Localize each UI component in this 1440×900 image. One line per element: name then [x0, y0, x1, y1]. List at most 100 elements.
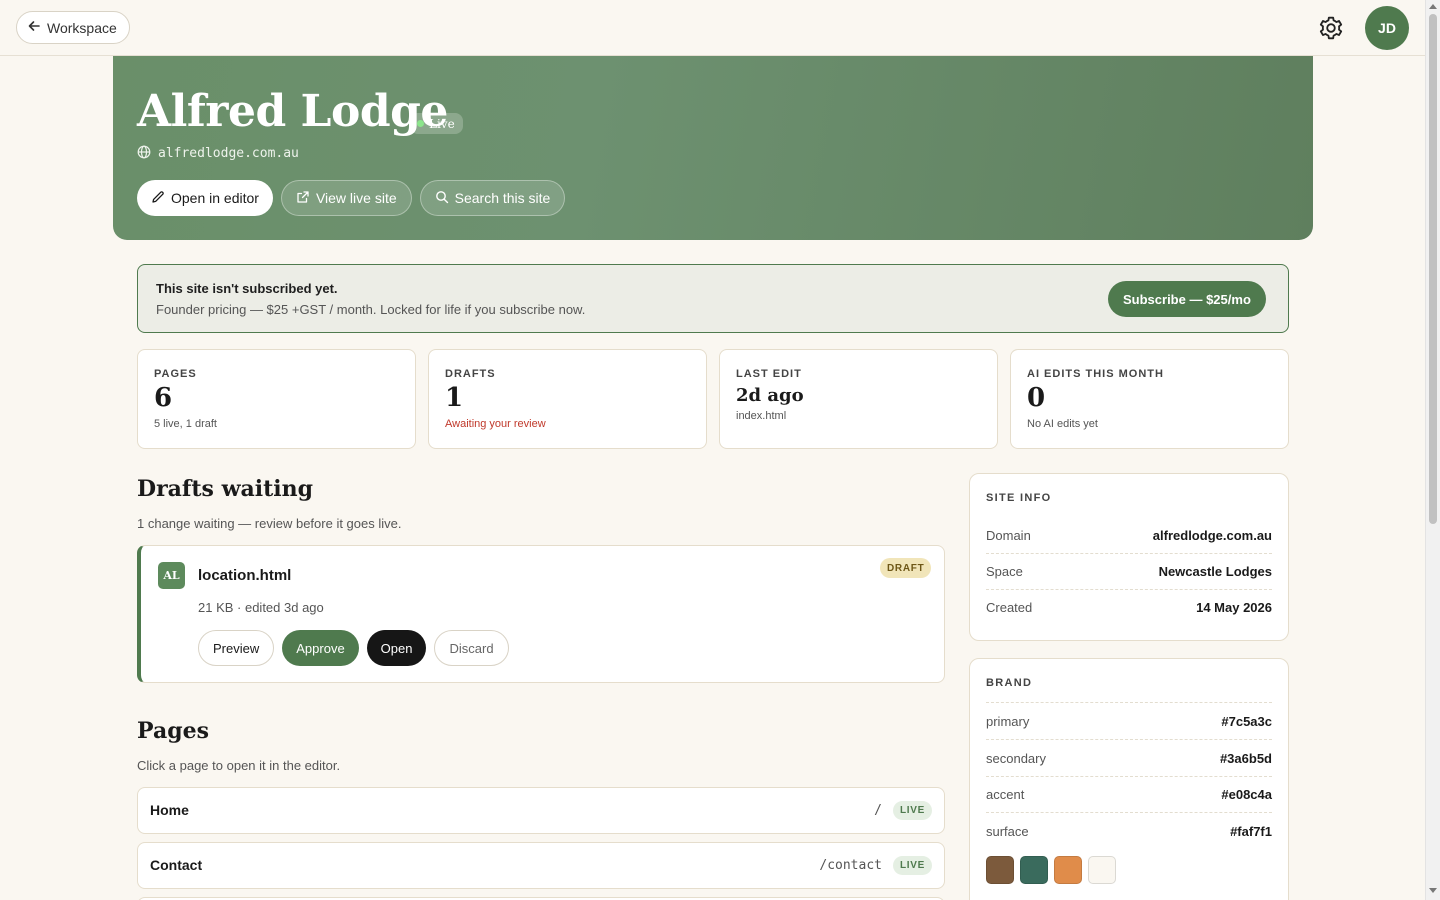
arrow-left-icon — [27, 19, 41, 36]
pages-subheading: Click a page to open it in the editor. — [137, 758, 341, 773]
stat-sub: 5 live, 1 draft — [154, 418, 217, 430]
open-draft-button[interactable]: Open — [366, 630, 427, 666]
page-scrollbar[interactable] — [1425, 0, 1440, 900]
brand-key: secondary — [986, 750, 1046, 766]
hero-actions: Open in editor View live site Search thi… — [137, 180, 566, 216]
view-live-site-label: View live site — [315, 190, 397, 206]
live-dot-icon — [417, 120, 424, 127]
scroll-down-icon[interactable] — [1429, 888, 1437, 893]
swatch-secondary — [1020, 856, 1048, 884]
brand-value: #e08c4a — [1221, 786, 1272, 802]
approve-button[interactable]: Approve — [282, 630, 359, 666]
brand-key: surface — [986, 824, 1029, 839]
site-title: Alfred Lodge — [137, 86, 448, 137]
subscribe-title: This site isn't subscribed yet. — [156, 281, 338, 296]
user-avatar[interactable]: JD — [1365, 6, 1409, 50]
scroll-thumb[interactable] — [1429, 14, 1437, 524]
stat-value: 0 — [1027, 383, 1046, 413]
page-status-badge: LIVE — [892, 856, 932, 875]
stat-sub: No AI edits yet — [1027, 418, 1098, 430]
open-in-editor-label: Open in editor — [171, 190, 259, 206]
page-row-contact[interactable]: Contact /contact LIVE — [137, 842, 945, 889]
stat-value: 6 — [154, 383, 173, 413]
stat-card-pages: PAGES 6 5 live, 1 draft — [137, 349, 416, 449]
page-name: Contact — [150, 857, 203, 873]
search-this-site-button[interactable]: Search this site — [419, 180, 566, 216]
page-row-home[interactable]: Home / LIVE — [137, 787, 945, 834]
draft-actions: Preview Approve Open Discard — [198, 630, 509, 666]
subscribe-description: Founder pricing — $25 +GST / month. Lock… — [156, 302, 586, 317]
info-value: alfredlodge.com.au — [1152, 527, 1272, 543]
site-info-panel: SITE INFO Domain alfredlodge.com.au Spac… — [969, 473, 1289, 641]
site-info-title: SITE INFO — [986, 492, 1052, 504]
draft-file-name: location.html — [198, 567, 292, 584]
brand-row-secondary: secondary #3a6b5d — [986, 740, 1272, 777]
site-info-row-domain: Domain alfredlodge.com.au — [986, 517, 1272, 554]
pencil-icon — [151, 190, 165, 207]
drafts-subheading: 1 change waiting — review before it goes… — [137, 516, 402, 531]
info-key: Space — [986, 563, 1023, 579]
page-path: /contact — [819, 858, 882, 873]
swatch-accent — [1054, 856, 1082, 884]
stat-card-ai-edits: AI EDITS THIS MONTH 0 No AI edits yet — [1010, 349, 1289, 449]
draft-card: AL location.html 21 KB · edited 3d ago D… — [137, 545, 945, 683]
search-this-site-label: Search this site — [454, 190, 551, 206]
info-key: Created — [986, 600, 1033, 615]
settings-gear-icon[interactable] — [1318, 15, 1344, 41]
top-bar: Workspace JD — [0, 0, 1425, 56]
stat-label: LAST EDIT — [736, 368, 802, 380]
search-icon — [435, 190, 449, 207]
site-hero: Alfred Lodge Live alfredlodge.com.au Ope… — [113, 56, 1313, 240]
open-in-editor-button[interactable]: Open in editor — [137, 180, 273, 216]
draft-meta: 21 KB · edited 3d ago — [198, 600, 324, 615]
brand-title: BRAND — [986, 677, 1033, 689]
scroll-up-icon[interactable] — [1429, 4, 1437, 9]
preview-button[interactable]: Preview — [198, 630, 275, 666]
stat-sub: Awaiting your review — [445, 418, 546, 430]
brand-key: primary — [986, 713, 1030, 729]
draft-badge: DRAFT — [880, 558, 932, 578]
live-status-badge: Live — [410, 113, 463, 134]
info-value: 14 May 2026 — [1196, 600, 1272, 615]
stat-label: PAGES — [154, 368, 197, 380]
site-domain: alfredlodge.com.au — [137, 145, 299, 162]
brand-panel: BRAND primary #7c5a3c secondary #3a6b5d … — [969, 658, 1289, 900]
stat-value: 1 — [445, 383, 464, 413]
site-domain-text: alfredlodge.com.au — [158, 146, 299, 161]
subscribe-button[interactable]: Subscribe — $25/mo — [1108, 281, 1266, 317]
live-status-label: Live — [429, 116, 455, 131]
stat-card-drafts: DRAFTS 1 Awaiting your review — [428, 349, 707, 449]
stat-value: 2d ago — [736, 385, 804, 406]
discard-button[interactable]: Discard — [434, 630, 509, 666]
brand-value: #7c5a3c — [1221, 713, 1272, 729]
stat-label: DRAFTS — [445, 368, 496, 380]
brand-key: accent — [986, 786, 1025, 802]
page-status-badge: LIVE — [892, 801, 932, 820]
view-live-site-button[interactable]: View live site — [280, 180, 412, 216]
brand-row-accent: accent #e08c4a — [986, 776, 1272, 813]
drafts-heading: Drafts waiting — [137, 476, 314, 502]
stat-card-last-edit: LAST EDIT 2d ago index.html — [719, 349, 998, 449]
brand-row-surface: surface #faf7f1 — [986, 813, 1272, 850]
page-name: Home — [150, 802, 189, 818]
info-key: Domain — [986, 527, 1031, 543]
external-link-icon — [296, 190, 310, 207]
back-to-workspace-button[interactable]: Workspace — [16, 11, 130, 44]
brand-value: #faf7f1 — [1230, 824, 1272, 839]
swatch-primary — [986, 856, 1014, 884]
globe-icon — [137, 145, 151, 162]
brand-swatches — [986, 856, 1116, 884]
info-value: Newcastle Lodges — [1158, 563, 1272, 579]
brand-row-primary: primary #7c5a3c — [986, 703, 1272, 740]
draft-site-icon: AL — [158, 562, 185, 589]
swatch-surface — [1088, 856, 1116, 884]
back-label: Workspace — [47, 19, 117, 36]
page-path: / — [874, 803, 882, 818]
subscribe-banner: This site isn't subscribed yet. Founder … — [137, 264, 1289, 333]
site-info-row-space: Space Newcastle Lodges — [986, 553, 1272, 590]
stat-label: AI EDITS THIS MONTH — [1027, 368, 1164, 380]
pages-heading: Pages — [137, 718, 209, 744]
site-info-row-created: Created 14 May 2026 — [986, 589, 1272, 626]
brand-value: #3a6b5d — [1219, 750, 1272, 766]
stat-sub: index.html — [736, 410, 787, 422]
